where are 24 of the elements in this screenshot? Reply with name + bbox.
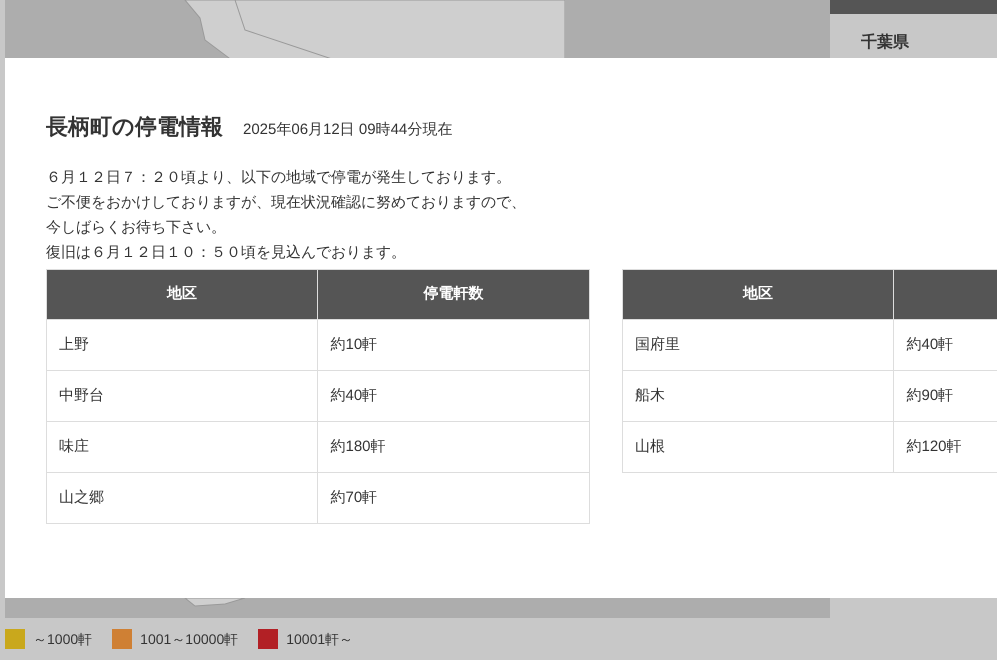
column-header: 地区 [622, 270, 894, 320]
column-header: 地区 [46, 270, 318, 320]
message-line: ご不便をおかけしておりますが、現在状況確認に努めておりますので、 [46, 193, 527, 213]
table-cell: 中野台 [46, 370, 318, 422]
legend-label: 10001軒～ [286, 630, 354, 648]
table-cell: 船木 [622, 370, 894, 422]
message-line: ６月１２日７：２０頃より、以下の地域で停電が発生しております。 [46, 168, 512, 188]
table-cell: 約10軒 [318, 320, 590, 370]
dialog-title: 長柄町の停電情報 [46, 113, 223, 141]
legend-label: 1001～10000軒 [140, 630, 238, 648]
table-cell: 約40軒 [318, 370, 590, 422]
table-cell: 国府里 [622, 320, 894, 370]
legend-label: ～1000軒 [33, 630, 92, 648]
table-cell: 山之郷 [46, 472, 318, 524]
table-cell: 上野 [46, 320, 318, 370]
table-cell: 約70軒 [318, 472, 590, 524]
message-line: 今しばらくお待ち下さい。 [46, 218, 227, 238]
column-header: 停電軒数 [318, 270, 590, 320]
sidebar-title: 千葉県 [860, 32, 910, 53]
message-line: 復旧は６月１２日１０：５０頃を見込んでおります。 [46, 243, 407, 263]
table-cell: 約180軒 [318, 422, 590, 472]
table-cell: 味庄 [46, 422, 318, 472]
timestamp: 2025年06月12日 09時44分現在 [243, 120, 452, 140]
table-cell: 山根 [622, 422, 894, 472]
